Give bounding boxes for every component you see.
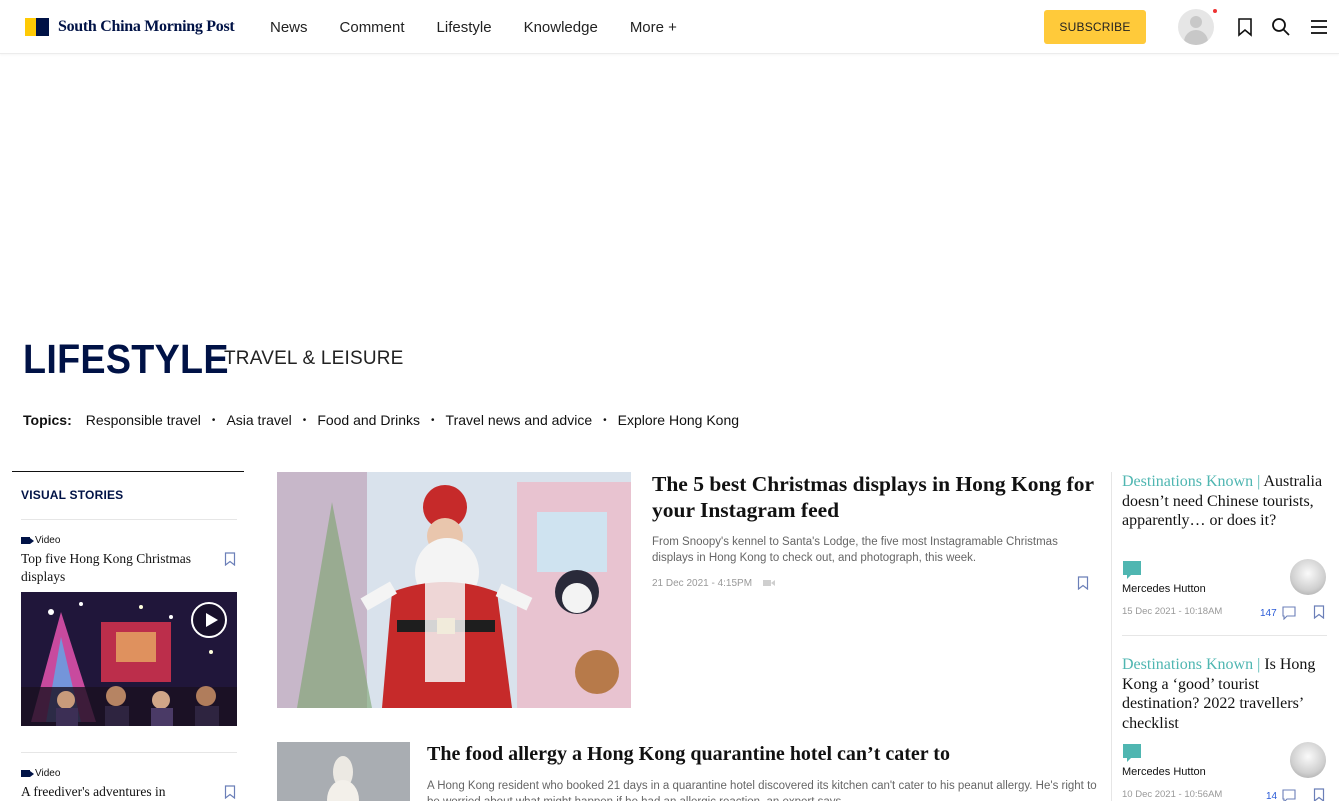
nav-knowledge[interactable]: Knowledge [524, 19, 598, 36]
second-summary: A Hong Kong resident who booked 21 days … [427, 780, 1097, 801]
bookmark-icon[interactable] [1235, 17, 1255, 37]
lead-summary: From Snoopy's kennel to Santa's Lodge, t… [652, 536, 1058, 564]
user-avatar-icon[interactable] [1178, 9, 1214, 45]
topics-bar: Topics: Responsible travel • Asia travel… [23, 412, 739, 428]
santa-photo-illustration [277, 472, 631, 708]
bookmark-icon[interactable] [224, 785, 236, 799]
topic-link[interactable]: Explore Hong Kong [618, 412, 739, 428]
comment-count[interactable]: 147 [1260, 608, 1277, 619]
author-avatar[interactable] [1290, 742, 1326, 778]
divider [1122, 635, 1327, 636]
divider [21, 752, 237, 753]
visual-stories-rule [12, 471, 244, 472]
bookmark-icon[interactable] [1077, 576, 1089, 590]
column-name[interactable]: Destinations Known | [1122, 473, 1260, 490]
nav-comment[interactable]: Comment [340, 19, 405, 36]
right-column-divider [1111, 472, 1112, 801]
lead-headline[interactable]: The 5 best Christmas displays in Hong Ko… [652, 471, 1097, 523]
second-story-image[interactable] [277, 742, 410, 801]
opinion-date: 15 Dec 2021 - 10:18AM [1122, 606, 1223, 617]
topic-separator: • [211, 414, 216, 426]
nav-news[interactable]: News [270, 19, 308, 36]
opinion-date: 10 Dec 2021 - 10:56AM [1122, 789, 1223, 800]
opinion-bubble-icon [1123, 561, 1141, 579]
visual-story-thumbnail[interactable] [21, 592, 237, 726]
video-camera-icon [21, 537, 34, 544]
bookmark-icon[interactable] [1313, 605, 1325, 619]
lead-date: 21 Dec 2021 - 4:15PM [652, 578, 775, 589]
menu-icon[interactable] [1309, 17, 1329, 37]
topic-link[interactable]: Responsible travel [86, 412, 201, 428]
opinion-headline[interactable]: Destinations Known | Australia doesn’t n… [1122, 472, 1332, 531]
comment-icon[interactable] [1282, 606, 1296, 620]
topic-separator: • [603, 414, 607, 426]
divider [21, 519, 237, 520]
logo-text: South China Morning Post [58, 18, 235, 35]
topic-link[interactable]: Travel news and advice [446, 412, 593, 428]
bookmark-icon[interactable] [224, 552, 236, 566]
second-headline[interactable]: The food allergy a Hong Kong quarantine … [427, 741, 1097, 767]
nav-lifestyle[interactable]: Lifestyle [437, 19, 492, 36]
topic-separator: • [431, 414, 435, 426]
column-name[interactable]: Destinations Known | [1122, 656, 1260, 673]
section-subtitle[interactable]: TRAVEL & LEISURE [224, 348, 404, 370]
visual-story-headline[interactable]: Top five Hong Kong Christmas displays [21, 550, 217, 586]
play-icon[interactable] [191, 602, 227, 638]
video-camera-icon [21, 770, 34, 777]
main-nav: News Comment Lifestyle Knowledge More + [270, 19, 709, 36]
opinion-headline[interactable]: Destinations Known | Is Hong Kong a ‘goo… [1122, 655, 1332, 733]
bookmark-icon[interactable] [1313, 788, 1325, 801]
topic-link[interactable]: Asia travel [226, 412, 291, 428]
visual-story-headline[interactable]: A freediver's adventures in [21, 783, 217, 801]
notification-dot [1213, 9, 1217, 13]
top-nav-bar: South China Morning Post News Comment Li… [0, 0, 1339, 54]
author-avatar[interactable] [1290, 559, 1326, 595]
video-tag: Video [21, 768, 60, 779]
comment-icon[interactable] [1282, 789, 1296, 801]
author-name[interactable]: Mercedes Hutton [1122, 583, 1206, 595]
peanut-sculpture-illustration [277, 742, 410, 801]
lead-story-image[interactable] [277, 472, 631, 708]
author-name[interactable]: Mercedes Hutton [1122, 766, 1206, 778]
nav-more[interactable]: More + [630, 19, 677, 36]
opinion-bubble-icon [1123, 744, 1141, 762]
topics-label: Topics: [23, 412, 72, 428]
video-camera-icon [762, 580, 775, 587]
scmp-logo[interactable]: South China Morning Post [25, 18, 235, 36]
topic-separator: • [302, 414, 307, 426]
video-tag: Video [21, 535, 60, 546]
section-title: LIFESTYLE [23, 336, 229, 382]
topic-link[interactable]: Food and Drinks [317, 412, 420, 428]
subscribe-button[interactable]: SUBSCRIBE [1044, 10, 1146, 44]
visual-stories-title: VISUAL STORIES [21, 488, 124, 502]
comment-count[interactable]: 14 [1266, 791, 1277, 801]
logo-mark-icon [25, 18, 49, 36]
search-icon[interactable] [1271, 17, 1291, 37]
